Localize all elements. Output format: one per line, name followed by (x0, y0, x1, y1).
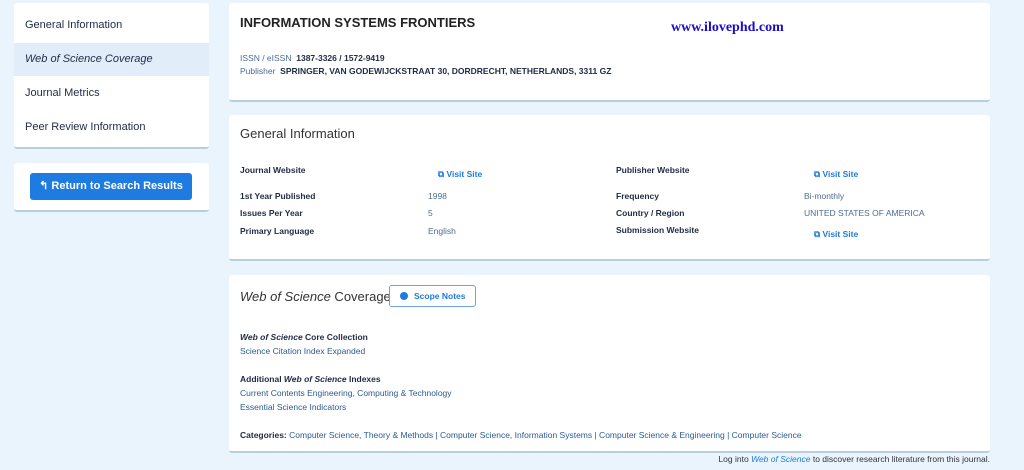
sidebar-item-web-of-science-coverage[interactable]: Web of Science Coverage (14, 43, 209, 76)
watermark: www.ilovephd.com (671, 20, 784, 35)
issues-value: 5 (428, 208, 433, 218)
issn-value: 1387-3326 / 1572-9419 (296, 53, 385, 63)
info-icon (400, 292, 408, 300)
general-information-card: General Information Journal Website ⧉ Vi… (229, 115, 990, 261)
publisher-visit-site-link[interactable]: ⧉ Visit Site (814, 169, 858, 180)
sidebar-item-peer-review-information[interactable]: Peer Review Information (14, 111, 209, 144)
issues-label: Issues Per Year (240, 208, 303, 218)
section-title: General Information (240, 126, 355, 141)
publisher-value: SPRINGER, VAN GODEWIJCKSTRAAT 30, DORDRE… (280, 66, 612, 76)
publisher-website-label: Publisher Website (616, 165, 690, 175)
core-collection-heading: Web of Science Core Collection (240, 332, 368, 342)
index-item: Current Contents Engineering, Computing … (240, 388, 452, 398)
submission-label: Submission Website (616, 225, 699, 235)
return-to-search-button[interactable]: ↰ Return to Search Results (30, 173, 192, 200)
section-title: Web of Science Coverage (240, 289, 391, 304)
sidebar-nav: General Information Web of Science Cover… (14, 3, 209, 149)
sidebar-item-general-information[interactable]: General Information (14, 9, 209, 42)
index-item: Essential Science Indicators (240, 402, 347, 412)
scope-notes-button[interactable]: Scope Notes (389, 285, 476, 307)
frequency-value: Bi-monthly (804, 191, 845, 201)
submission-visit-site-link[interactable]: ⧉ Visit Site (814, 229, 858, 240)
language-value: English (428, 226, 456, 236)
frequency-label: Frequency (616, 191, 659, 201)
coverage-card: Web of Science Coverage Scope Notes Web … (229, 275, 990, 453)
language-label: Primary Language (240, 226, 315, 236)
return-label: Return to Search Results (51, 180, 183, 192)
additional-indexes-heading: Additional Web of Science Indexes (240, 374, 381, 384)
return-arrow-icon: ↰ (39, 180, 52, 192)
publisher-label: Publisher (240, 66, 276, 76)
journal-visit-site-link[interactable]: ⧉ Visit Site (438, 169, 482, 180)
country-value: UNITED STATES OF AMERICA (804, 208, 925, 218)
issn-label: ISSN / eISSN (240, 53, 292, 63)
journal-title: INFORMATION SYSTEMS FRONTIERS (240, 15, 476, 30)
first-year-label: 1st Year Published (240, 191, 316, 201)
return-card: ↰ Return to Search Results (14, 163, 209, 212)
journal-header-card: INFORMATION SYSTEMS FRONTIERS www.ilovep… (229, 3, 990, 102)
footer-note: Log into Web of Science to discover rese… (718, 454, 990, 464)
first-year-value: 1998 (428, 191, 447, 201)
core-collection-value: Science Citation Index Expanded (240, 346, 366, 356)
web-of-science-link[interactable]: Web of Science (751, 454, 810, 464)
issn-row: ISSN / eISSN 1387-3326 / 1572-9419 (240, 53, 385, 63)
journal-website-label: Journal Website (240, 165, 306, 175)
country-label: Country / Region (616, 208, 685, 218)
publisher-row: Publisher SPRINGER, VAN GODEWIJCKSTRAAT … (240, 66, 611, 76)
categories-row: Categories: Computer Science, Theory & M… (240, 430, 802, 440)
sidebar-item-journal-metrics[interactable]: Journal Metrics (14, 77, 209, 110)
